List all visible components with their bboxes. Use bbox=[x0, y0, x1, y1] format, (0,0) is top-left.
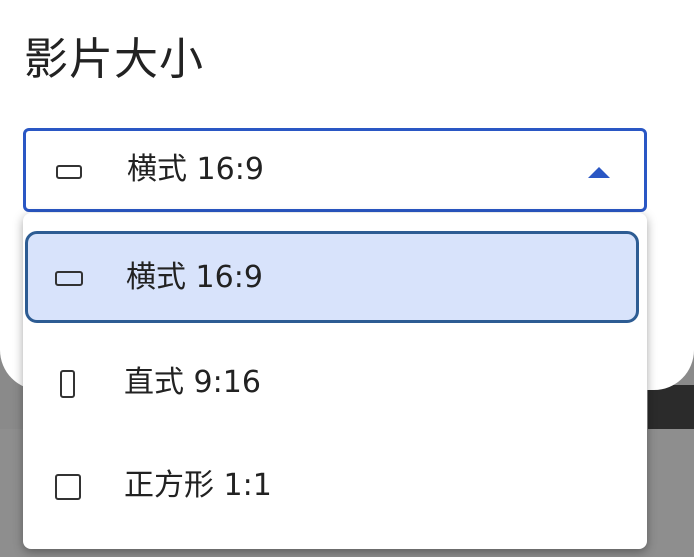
square-icon bbox=[55, 474, 81, 500]
menu-item-label: 直式 9:16 bbox=[124, 365, 261, 400]
menu-item-landscape[interactable]: 横式 16:9 bbox=[25, 231, 639, 323]
video-size-menu: 横式 16:9 直式 9:16 正方形 1:1 bbox=[23, 213, 647, 549]
dialog-title: 影片大小 bbox=[24, 34, 204, 85]
backdrop-strip bbox=[648, 385, 694, 429]
menu-item-label: 横式 16:9 bbox=[126, 260, 263, 295]
select-value: 横式 16:9 bbox=[127, 152, 264, 187]
portrait-icon bbox=[60, 370, 75, 398]
menu-item-portrait[interactable]: 直式 9:16 bbox=[23, 335, 647, 431]
landscape-icon bbox=[55, 271, 83, 286]
landscape-icon bbox=[56, 165, 82, 179]
video-size-select[interactable]: 横式 16:9 bbox=[23, 128, 647, 212]
menu-item-square[interactable]: 正方形 1:1 bbox=[23, 439, 647, 535]
menu-item-label: 正方形 1:1 bbox=[124, 468, 272, 503]
chevron-up-icon bbox=[588, 167, 610, 178]
